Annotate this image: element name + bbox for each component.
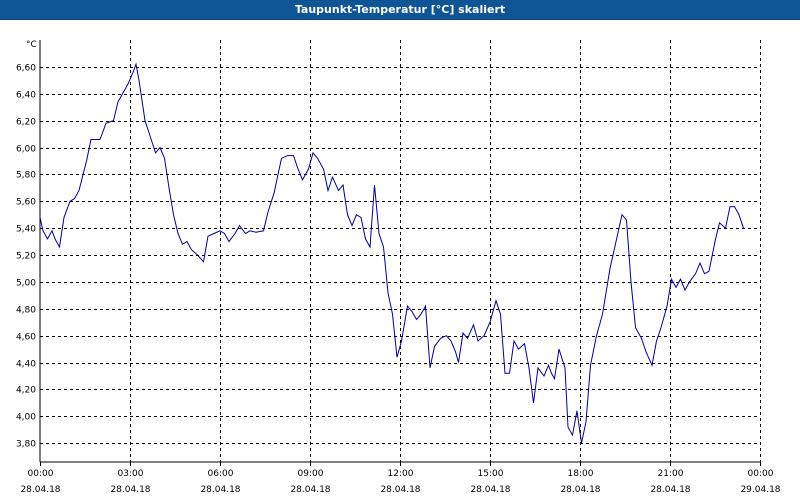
y-tick-label: 6,00 (16, 145, 36, 155)
y-tick-label: 5,20 (16, 252, 36, 262)
x-tick-label-date: 28.04.18 (650, 485, 690, 495)
x-tick-label-time: 12:00 (388, 469, 414, 479)
y-tick-label: 5,40 (16, 225, 36, 235)
x-tick-label-date: 29.04.18 (740, 485, 780, 495)
chart-title-bar: Taupunkt-Temperatur [°C] skaliert (0, 0, 800, 20)
x-tick-label-date: 28.04.18 (20, 485, 60, 495)
x-tick-labels: 00:00 28.04.18 03:00 28.04.18 06:00 28.04.18 0… (20, 462, 781, 495)
y-tick-label: 5,00 (16, 279, 36, 289)
y-tick-label: 4,20 (16, 386, 36, 396)
x-tick-label-time: 15:00 (478, 469, 504, 479)
y-tick-label: 4,80 (16, 306, 36, 316)
y-tick-label: 4,40 (16, 360, 36, 370)
y-tick-label: 6,40 (16, 91, 36, 101)
x-tick-label-date: 28.04.18 (560, 485, 600, 495)
x-tick-label-date: 28.04.18 (380, 485, 420, 495)
chart-title: Taupunkt-Temperatur [°C] skaliert (294, 3, 506, 16)
x-tick-label-time: 00:00 (748, 469, 774, 479)
grid-lines (40, 40, 761, 462)
y-tick-label: 5,60 (16, 198, 36, 208)
x-tick-label-date: 28.04.18 (200, 485, 240, 495)
x-tick-label-time: 09:00 (298, 469, 324, 479)
chart-canvas: °C 6,60 6,40 6,20 6,00 5,80 5,60 5,40 5,20 5,00 4… (16, 40, 781, 495)
y-tick-label: 5,80 (16, 171, 36, 181)
y-tick-label: 6,20 (16, 118, 36, 128)
y-tick-label: 4,00 (16, 413, 36, 423)
x-tick-label-date: 28.04.18 (470, 485, 510, 495)
x-tick-label-time: 18:00 (568, 469, 594, 479)
series-line (39, 62, 744, 444)
x-tick-label-time: 21:00 (658, 469, 684, 479)
x-tick-label-date: 28.04.18 (290, 485, 330, 495)
x-tick-label-date: 28.04.18 (110, 485, 150, 495)
y-tick-label: 4,60 (16, 333, 36, 343)
y-tick-label: 6,60 (16, 64, 36, 74)
y-tick-labels: 6,60 6,40 6,20 6,00 5,80 5,60 5,40 5,20 5,00 4,80… (16, 64, 36, 450)
x-tick-label-time: 06:00 (208, 469, 234, 479)
x-tick-label-time: 00:00 (28, 469, 54, 479)
y-axis-unit-label: °C (26, 40, 37, 50)
y-tick-label: 3,80 (16, 440, 36, 450)
x-tick-label-time: 03:00 (118, 469, 144, 479)
